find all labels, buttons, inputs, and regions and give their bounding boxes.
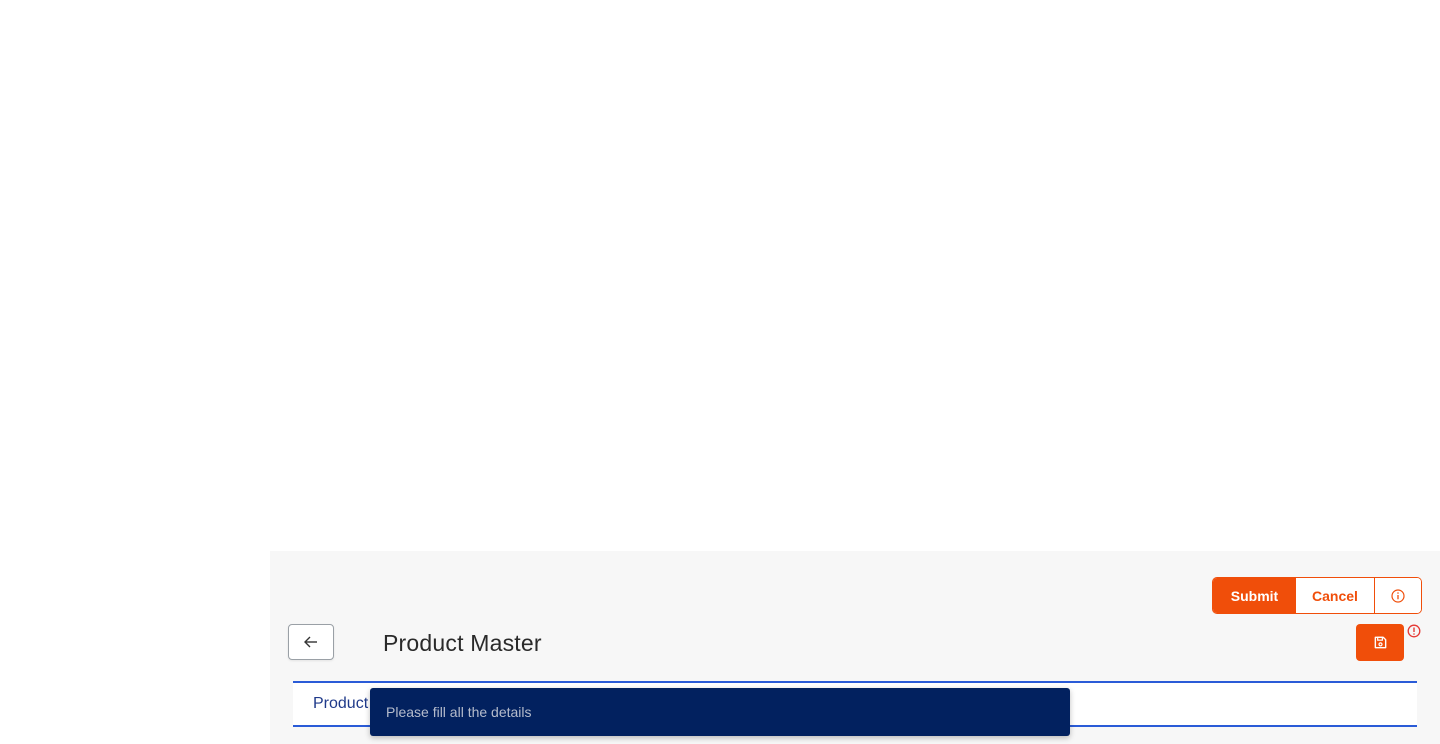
submit-button[interactable]: Submit [1213,578,1296,613]
info-button[interactable] [1375,578,1421,613]
save-button[interactable] [1356,624,1404,661]
action-button-group: Submit Cancel [1212,577,1422,614]
back-button[interactable] [288,624,334,660]
cancel-button[interactable]: Cancel [1296,578,1375,613]
floppy-disk-icon [1374,636,1386,649]
arrow-left-icon [304,636,317,648]
exclamation-circle-icon [1407,624,1421,638]
page-title: Product Master [383,630,542,656]
tab-product[interactable]: Product [313,695,368,713]
toast-message: Please fill all the details [386,704,532,720]
toast-notification: Please fill all the details [370,688,1070,736]
info-circle-icon [1391,588,1405,603]
